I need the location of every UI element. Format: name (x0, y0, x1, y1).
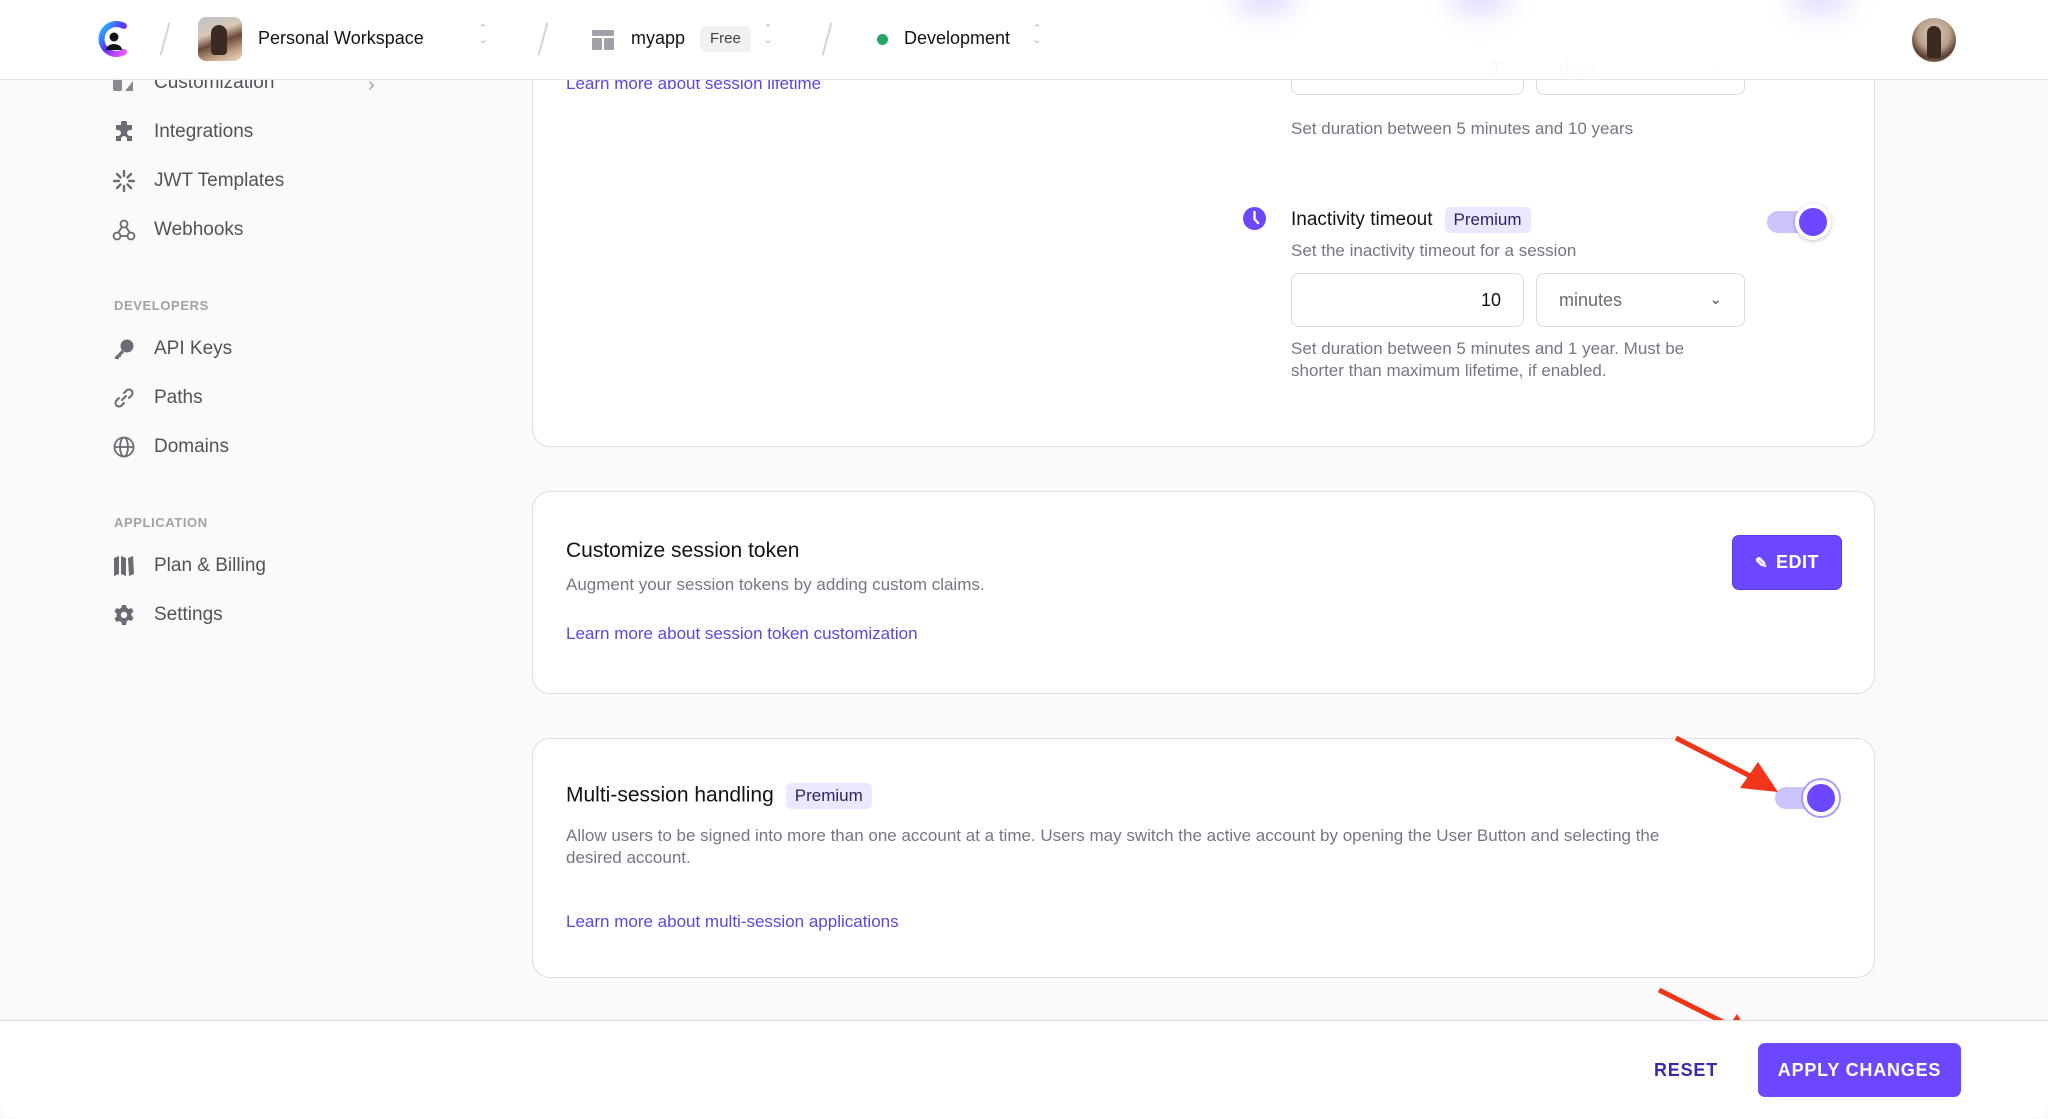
chevron-down-icon: ⌄ (1709, 291, 1722, 308)
multi-session-card: Multi-session handling Premium Allow user… (532, 738, 1875, 978)
sidebar-item-integrations[interactable]: Integrations (112, 116, 253, 148)
top-bar: Personal Workspace ⌃ ⌄ myapp Free ⌃ ⌄ Deve… (0, 0, 2048, 80)
session-token-description: Augment your session tokens by adding cu… (566, 575, 985, 594)
gear-icon (112, 603, 136, 627)
reset-button[interactable]: RESET (1646, 1046, 1726, 1094)
sidebar-item-webhooks[interactable]: Webhooks (112, 214, 243, 246)
application-icon (592, 30, 614, 50)
inactivity-timeout-hint: Set duration between 5 minutes and 1 yea… (1291, 339, 1685, 380)
edit-session-token-button[interactable]: ✎ EDIT (1732, 535, 1842, 590)
toggle-knob (1803, 780, 1839, 816)
sidebar-item-domains[interactable]: Domains (112, 431, 229, 463)
toggle-knob (1795, 204, 1831, 240)
learn-more-session-token-link[interactable]: Learn more about session token customiza… (566, 624, 918, 644)
inactivity-timeout-input[interactable]: 10 (1291, 273, 1524, 327)
app-logo-icon[interactable] (96, 20, 132, 58)
dashboard-page: Customization › Integrations JWT Templat… (0, 0, 2048, 1119)
chevron-updown-icon[interactable]: ⌃ ⌄ (476, 24, 490, 52)
sidebar-section-application: APPLICATION (114, 515, 208, 530)
sidebar-item-plan-billing[interactable]: Plan & Billing (112, 550, 266, 582)
environment-status-dot (877, 34, 888, 45)
key-icon (112, 337, 136, 361)
environment-switcher[interactable]: Development (904, 24, 1010, 52)
breadcrumb-separator (821, 22, 833, 56)
pencil-icon: ✎ (1754, 554, 1769, 572)
link-icon (112, 386, 136, 410)
apply-changes-button[interactable]: APPLY CHANGES (1758, 1043, 1961, 1097)
session-token-title: Customize session token (566, 539, 800, 562)
inactivity-timeout-title: Inactivity timeout Premium (1291, 207, 1531, 233)
inactivity-timeout-description: Set the inactivity timeout for a session (1291, 241, 1577, 260)
sidebar-item-paths[interactable]: Paths (112, 382, 203, 414)
sidebar-item-api-keys[interactable]: API Keys (112, 333, 232, 365)
action-footer (0, 1020, 2048, 1119)
premium-badge: Premium (1444, 207, 1531, 233)
premium-badge: Premium (785, 783, 872, 809)
max-lifetime-hint: Set duration between 5 minutes and 10 ye… (1291, 119, 1634, 138)
application-switcher[interactable]: myapp (631, 24, 685, 52)
spark-icon (112, 169, 136, 193)
plan-badge: Free (700, 26, 751, 52)
inactivity-timeout-toggle[interactable] (1767, 204, 1831, 240)
session-token-card: Customize session token Augment your ses… (532, 491, 1875, 694)
breadcrumb-separator (537, 22, 549, 56)
puzzle-icon (112, 120, 136, 144)
multi-session-description: Allow users to be signed into more than … (566, 826, 1660, 867)
breadcrumb-separator (159, 22, 171, 56)
sidebar-section-developers: DEVELOPERS (114, 298, 209, 313)
sidebar: Customization › Integrations JWT Templat… (0, 0, 440, 1020)
learn-more-multi-session-link[interactable]: Learn more about multi-session applicati… (566, 912, 899, 932)
user-avatar[interactable] (1912, 18, 1956, 62)
multi-session-toggle[interactable] (1775, 780, 1839, 816)
chevron-updown-icon[interactable]: ⌃ ⌄ (761, 24, 775, 52)
sidebar-item-settings[interactable]: Settings (112, 599, 223, 631)
clock-icon (1243, 207, 1266, 230)
globe-icon (112, 435, 136, 459)
inactivity-timeout-unit-select[interactable]: minutes ⌄ (1536, 273, 1745, 327)
multi-session-title: Multi-session handling Premium (566, 783, 872, 809)
workspace-switcher[interactable]: Personal Workspace (258, 24, 424, 52)
sidebar-item-jwt-templates[interactable]: JWT Templates (112, 165, 284, 197)
webhook-icon (112, 218, 136, 242)
chevron-updown-icon[interactable]: ⌃ ⌄ (1030, 24, 1044, 52)
map-icon (112, 554, 136, 578)
workspace-avatar[interactable] (198, 17, 242, 61)
